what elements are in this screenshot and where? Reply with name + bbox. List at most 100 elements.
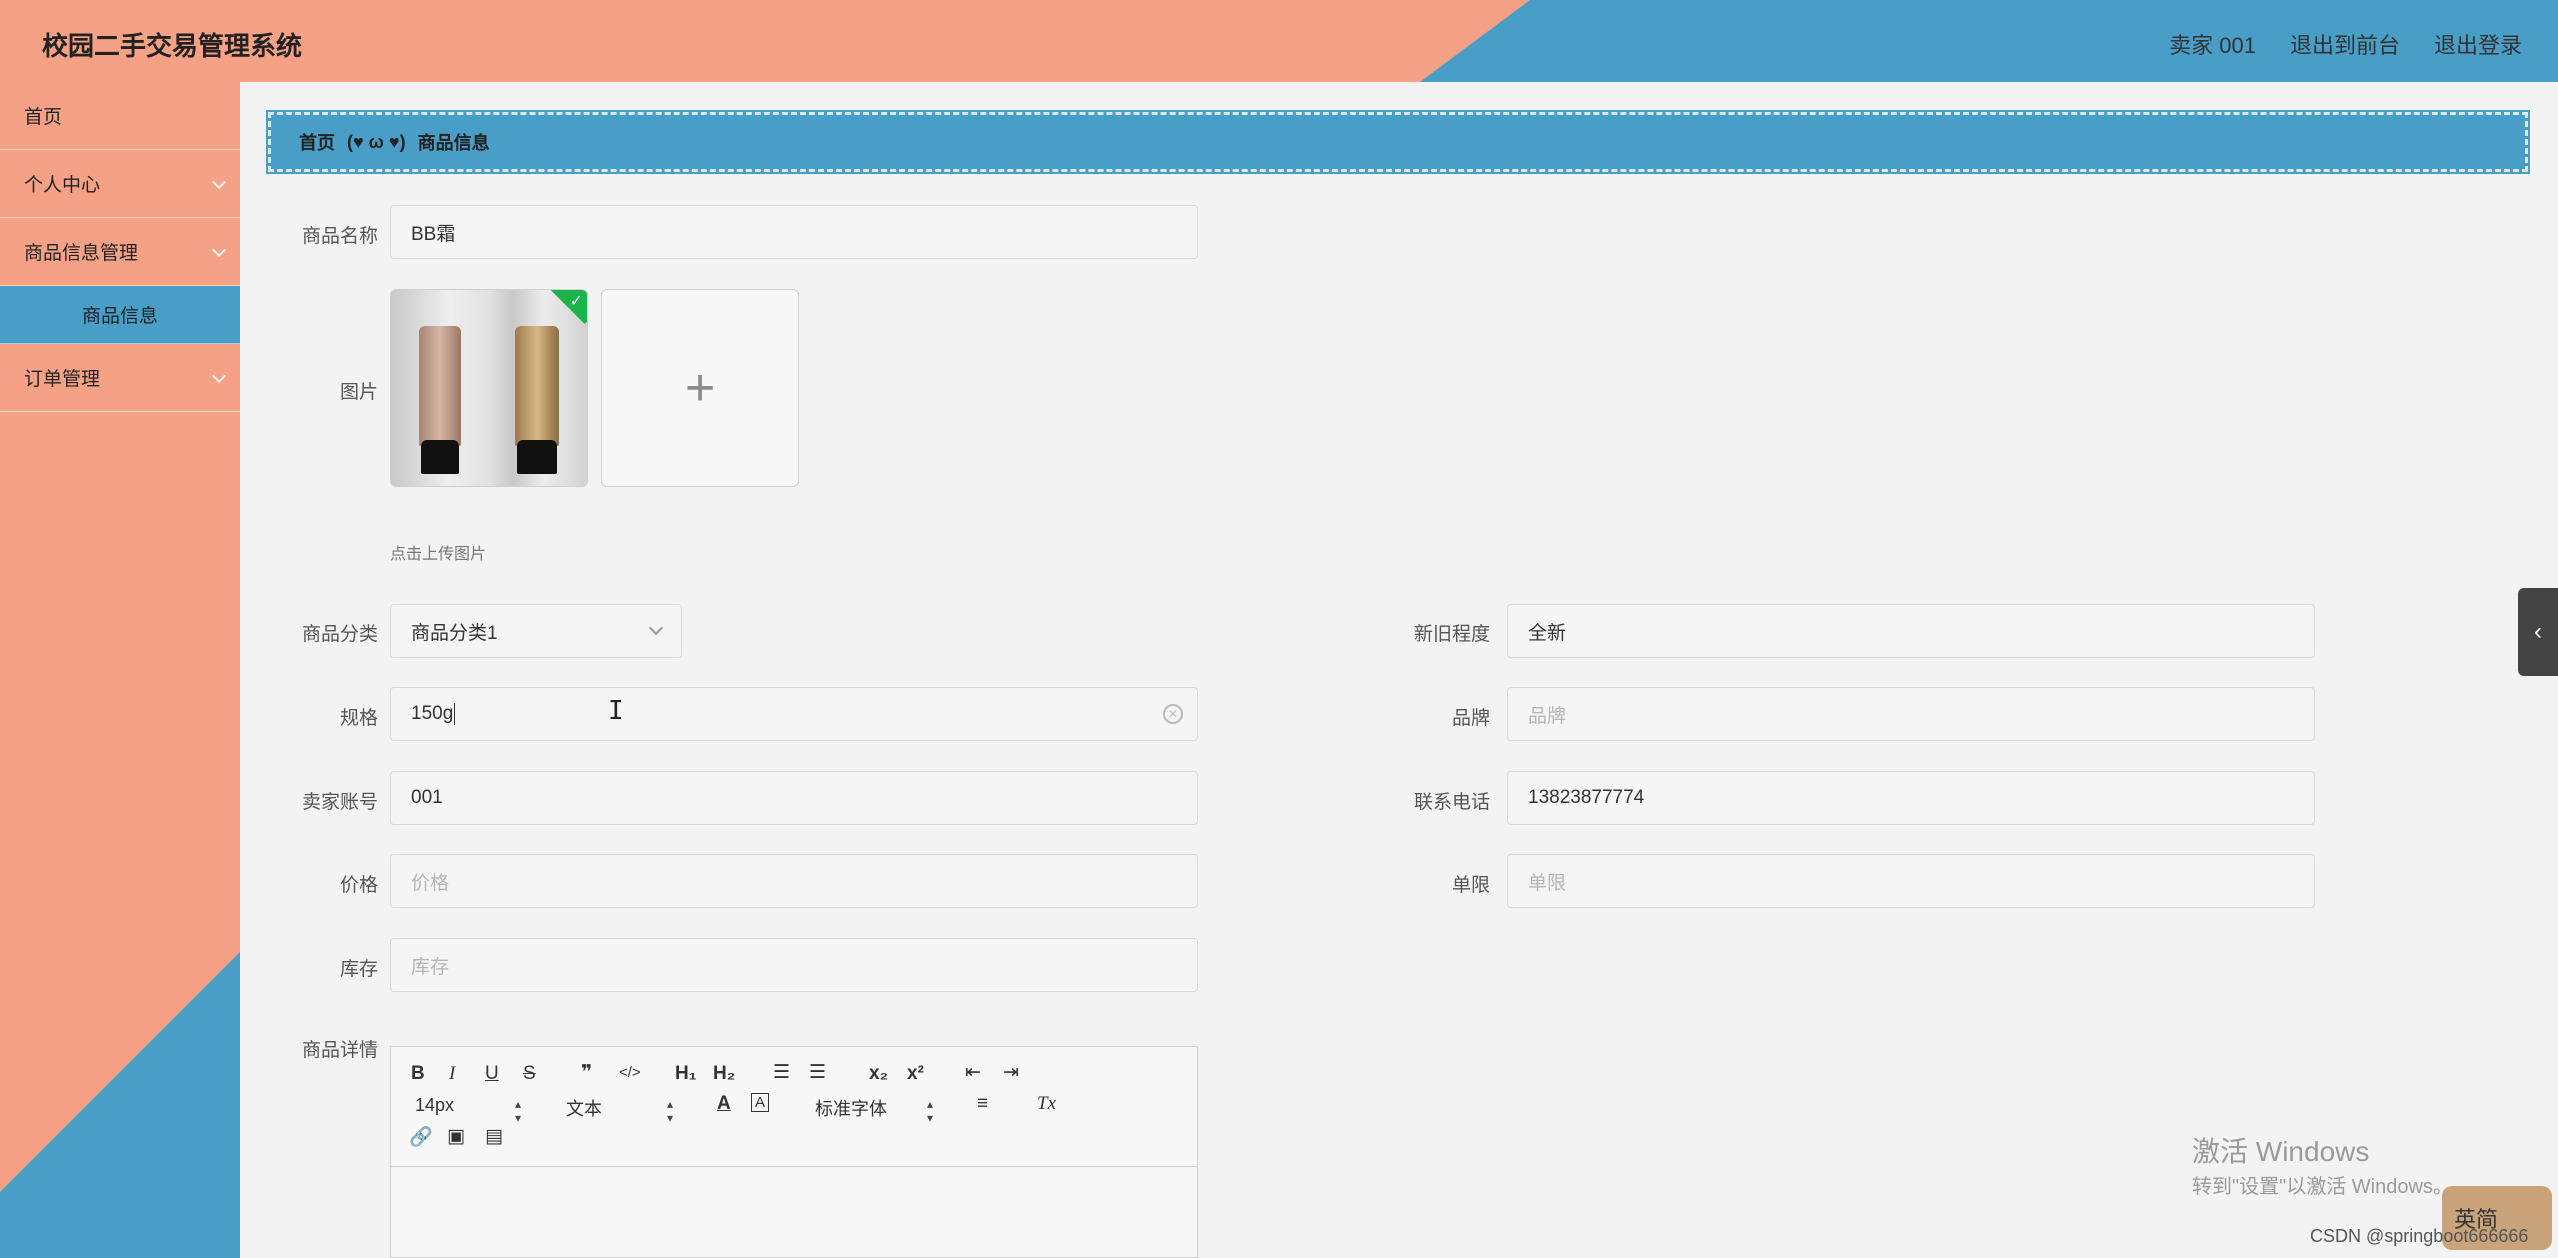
select-arrows-icon: ▴ ▾ [515,1097,522,1125]
brand-input[interactable]: 品牌 [1507,687,2315,741]
category-label: 商品分类 [301,624,378,645]
uploaded-image-thumbnail[interactable]: ✓ [390,289,588,487]
condition-input[interactable]: 全新 [1507,604,2315,658]
product-name-value: BB霜 [411,223,456,245]
spec-label: 规格 [339,708,378,729]
sidebar-item-product-management[interactable]: 商品信息管理 [0,218,240,286]
seller-account-link[interactable]: 卖家 001 [2169,28,2256,60]
brand-placeholder: 品牌 [1528,705,1567,727]
csdn-watermark: CSDN @springboot666666 [2310,1226,2529,1246]
logout-link[interactable]: 退出登录 [2434,28,2522,60]
indent-icon[interactable]: ⇥ [1003,1061,1019,1084]
image-label: 图片 [339,382,378,403]
breadcrumb-home[interactable]: 首页 [299,129,335,155]
upload-tip: 点击上传图片 [390,546,487,563]
chevron-down-icon [211,368,227,384]
spec-value: 150g [411,703,454,724]
chevron-down-icon [211,174,227,190]
sidebar-item-order-management[interactable]: 订单管理 [0,344,240,412]
sidebar: 首页 个人中心 商品信息管理 商品信息 订单管理 [0,82,240,1258]
outdent-icon[interactable]: ⇤ [965,1061,981,1084]
top-header: 校园二手交易管理系统 卖家 001 退出到前台 退出登录 [0,0,2558,82]
phone-value: 13823877774 [1528,787,1645,808]
brand-label: 品牌 [1451,708,1490,729]
product-name-input[interactable]: BB霜 [390,205,1198,259]
sidebar-subitem-product-info[interactable]: 商品信息 [0,286,240,344]
video-icon[interactable]: ▤ [485,1125,503,1148]
back-to-frontend-link[interactable]: 退出到前台 [2290,28,2400,60]
stock-input[interactable]: 库存 [390,938,1198,992]
seller-account-label: 卖家账号 [301,792,378,813]
font-color-icon[interactable]: A [717,1093,731,1115]
select-arrows-icon: ▴ ▾ [927,1097,934,1125]
sidebar-menu: 首页 个人中心 商品信息管理 商品信息 订单管理 [0,82,240,412]
bullet-list-icon[interactable]: ☰ [809,1061,826,1084]
windows-activation-subtitle: 转到"设置"以激活 Windows。 [2192,1176,2453,1198]
breadcrumb-separator: (♥ ω ♥) [347,131,406,152]
link-icon[interactable]: 🔗 [409,1125,433,1149]
product-name-label: 商品名称 [301,226,378,247]
font-size-select[interactable]: 14px [415,1095,454,1116]
seller-account-value: 001 [411,787,443,808]
limit-placeholder: 单限 [1528,872,1567,894]
category-value: 商品分类1 [411,622,498,644]
header-nav: 卖家 001 退出到前台 退出登录 [2169,28,2522,60]
windows-activation-title: 激活 Windows [2192,1136,2370,1167]
bold-button[interactable]: B [411,1063,425,1085]
select-arrows-icon: ▴ ▾ [667,1097,674,1125]
category-select[interactable]: 商品分类1 [390,604,682,658]
sidebar-item-personal-center[interactable]: 个人中心 [0,150,240,218]
editor-content-area[interactable] [391,1167,1197,1257]
strike-button[interactable]: S [523,1063,536,1085]
header-select[interactable]: 文本 [566,1095,602,1121]
heading2-button[interactable]: H₂ [713,1063,735,1085]
heading1-button[interactable]: H₁ [675,1063,697,1085]
mouse-cursor-icon: I [608,696,624,726]
sidebar-item-label: 商品信息 [81,306,158,327]
condition-label: 新旧程度 [1413,624,1490,645]
app-title: 校园二手交易管理系统 [42,31,303,61]
product-cap-left [421,440,459,474]
side-panel-toggle[interactable]: ‹ [2518,588,2558,676]
sidebar-item-label: 订单管理 [24,369,101,390]
superscript-button[interactable]: x² [907,1063,924,1085]
stock-placeholder: 库存 [411,956,450,978]
chevron-down-icon [648,620,664,636]
add-image-button[interactable]: + [601,289,799,487]
spec-input[interactable]: 150g ✕ [390,687,1198,741]
seller-account-input[interactable]: 001 [390,771,1198,825]
price-placeholder: 价格 [411,872,450,894]
price-label: 价格 [339,875,378,896]
phone-input[interactable]: 13823877774 [1507,771,2315,825]
background-color-icon[interactable]: A [751,1093,770,1112]
code-block-button[interactable]: </> [619,1064,641,1081]
sidebar-item-label: 个人中心 [24,175,101,196]
text-caret [454,703,456,725]
sidebar-item-label: 首页 [24,107,63,128]
price-input[interactable]: 价格 [390,854,1198,908]
image-icon[interactable]: ▣ [447,1125,465,1148]
chevron-down-icon [211,242,227,258]
condition-value: 全新 [1528,622,1567,644]
subscript-button[interactable]: x₂ [869,1063,888,1085]
limit-label: 单限 [1451,875,1490,896]
product-tube-right [515,326,559,446]
italic-button[interactable]: I [449,1063,455,1085]
rich-text-editor: B I U S ❞ </> H₁ H₂ ☰ ☰ x₂ x² ⇤ ⇥ 14px ▴… [390,1046,1198,1258]
align-icon[interactable]: ≡ [977,1093,988,1115]
ordered-list-icon[interactable]: ☰ [773,1061,790,1084]
limit-input[interactable]: 单限 [1507,854,2315,908]
chevron-left-icon: ‹ [2534,618,2542,645]
editor-toolbar: B I U S ❞ </> H₁ H₂ ☰ ☰ x₂ x² ⇤ ⇥ 14px ▴… [391,1047,1197,1167]
plus-icon: + [684,359,716,417]
sidebar-item-home[interactable]: 首页 [0,82,240,150]
underline-button[interactable]: U [485,1063,499,1085]
quote-button[interactable]: ❞ [581,1061,592,1084]
product-tube-left [419,326,461,446]
clear-icon[interactable]: ✕ [1163,704,1183,724]
stock-label: 库存 [339,959,378,980]
breadcrumb-current: 商品信息 [417,133,490,153]
font-family-select[interactable]: 标准字体 [815,1095,887,1121]
details-label: 商品详情 [301,1040,378,1061]
clear-format-button[interactable]: Tx [1037,1093,1056,1115]
